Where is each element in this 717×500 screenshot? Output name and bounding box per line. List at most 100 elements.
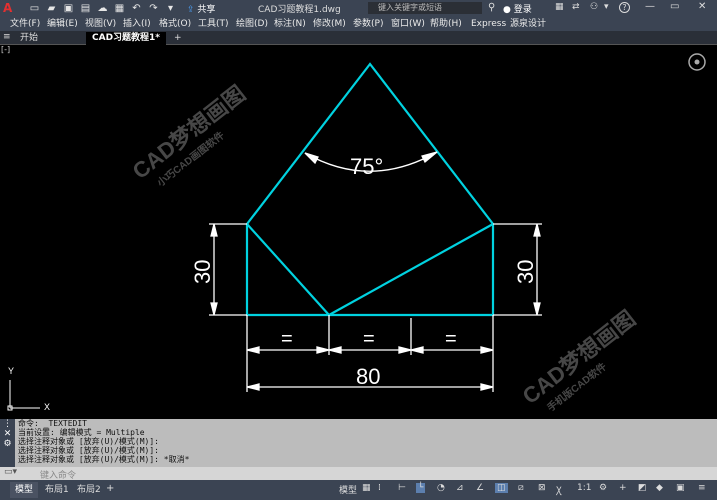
clean-screen-icon[interactable]: ▣: [676, 483, 685, 493]
transparency-icon[interactable]: ⊠: [538, 483, 546, 493]
close-window-icon[interactable]: ✕: [698, 1, 706, 12]
angle-label: 75°: [350, 154, 383, 179]
tab-drawing-label: CAD习题教程1*: [92, 33, 161, 43]
polar-icon[interactable]: ◔: [437, 483, 445, 493]
menu-express[interactable]: Express: [471, 18, 506, 30]
menu-draw[interactable]: 绘图(D): [236, 18, 268, 30]
ucs-icon: [7, 380, 40, 411]
menu-yuanquan[interactable]: 源泉设计: [510, 18, 546, 30]
login-button[interactable]: ● 登录: [503, 2, 532, 15]
command-line: 命令: _TEXTEDIT: [18, 419, 87, 428]
grid-icon[interactable]: ▦: [362, 483, 371, 493]
command-settings-icon[interactable]: ⚙: [0, 439, 15, 449]
layout-tab-layout2[interactable]: 布局2: [72, 482, 106, 498]
add-tab-button[interactable]: +: [168, 32, 188, 45]
menu-tools[interactable]: 工具(T): [198, 18, 229, 30]
save-icon[interactable]: ▣: [62, 2, 75, 14]
equal-label-2: =: [363, 328, 375, 350]
dropdown-icon[interactable]: ▾: [604, 2, 609, 12]
print-icon[interactable]: ▦: [113, 2, 126, 14]
search-placeholder: 键入关键字或短语: [378, 3, 442, 12]
diagonal-right: [328, 223, 494, 316]
document-title: CAD习题教程1.dwg: [258, 5, 341, 15]
command-input[interactable]: ▭▾ 键入命令: [0, 467, 717, 481]
help-icon[interactable]: ?: [619, 2, 630, 13]
login-label: 登录: [513, 5, 532, 15]
customize-dropdown-icon[interactable]: ▾: [164, 2, 177, 14]
equal-label-3: =: [445, 328, 457, 350]
model-space-button[interactable]: 模型: [339, 483, 357, 496]
search-input[interactable]: 键入关键字或短语: [368, 2, 482, 14]
isodraft-icon[interactable]: ⊿: [456, 483, 464, 493]
workspace-gear-icon[interactable]: ⚙: [599, 483, 607, 493]
command-close-icon[interactable]: ✕: [0, 429, 15, 439]
menu-view[interactable]: 视图(V): [85, 18, 116, 30]
equal-label-1: =: [281, 328, 293, 350]
infer-constraints-icon[interactable]: ⊢: [398, 483, 406, 493]
lineweight-icon[interactable]: ⧄: [518, 483, 524, 493]
menu-file[interactable]: 文件(F): [10, 18, 40, 30]
layout-tab-layout1[interactable]: 布局1: [40, 482, 74, 498]
compass-icon[interactable]: [688, 53, 706, 71]
command-line: 当前设置: 编辑模式 = Multiple: [18, 428, 145, 437]
command-grip-icon[interactable]: ⋮: [0, 419, 15, 429]
drawing-geometry: [245, 62, 495, 317]
app-logo-icon[interactable]: A: [3, 1, 17, 15]
cloud-save-icon[interactable]: ☁: [96, 2, 109, 14]
left-height-label: 30: [190, 260, 215, 284]
osnap-tracking-icon[interactable]: ∠: [476, 483, 484, 493]
command-history: ⋮ ✕ ⚙ 命令: _TEXTEDIT 当前设置: 编辑模式 = Multipl…: [0, 419, 717, 467]
tab-menu-icon[interactable]: ≡: [3, 32, 11, 42]
undo-icon[interactable]: ↶: [130, 2, 143, 14]
add-layout-icon[interactable]: +: [106, 483, 114, 494]
network-icon[interactable]: ⚇: [590, 2, 598, 12]
ucs-y-label: Y: [8, 366, 14, 376]
menu-window[interactable]: 窗口(W): [391, 18, 425, 30]
hardware-acceleration-icon[interactable]: ◆: [656, 483, 663, 493]
save-as-icon[interactable]: ▤: [79, 2, 92, 14]
status-bar: 模型 布局1 布局2 + 模型 ▦ ⁞ ⊢ └ ◔ ⊿ ∠ ◫ ⧄ ⊠ Ꭓ 1:…: [0, 480, 717, 500]
snap-icon[interactable]: ⁞: [378, 483, 381, 493]
plus-icon[interactable]: +: [619, 483, 627, 493]
new-file-icon[interactable]: ▭: [28, 2, 41, 14]
outer-outline: [245, 62, 495, 317]
annotation-visibility-icon[interactable]: Ꭓ: [556, 483, 562, 496]
menu-modify[interactable]: 修改(M): [313, 18, 346, 30]
total-width-label: 80: [356, 364, 380, 389]
command-prompt-icon: ▭▾: [4, 467, 18, 477]
search-icon[interactable]: ⚲: [488, 2, 495, 13]
share-button[interactable]: ⇪ 共享: [187, 2, 215, 15]
exchange-icon[interactable]: ⇄: [572, 2, 580, 12]
annotation-scale[interactable]: 1:1: [577, 483, 591, 493]
minimize-window-icon[interactable]: —: [645, 1, 655, 12]
osnap-icon[interactable]: ◫: [495, 483, 508, 493]
quick-access-toolbar: ▭ ▰ ▣ ▤ ☁ ▦ ↶ ↷ ▾: [28, 1, 177, 15]
open-folder-icon[interactable]: ▰: [45, 2, 58, 14]
ortho-icon[interactable]: └: [416, 483, 426, 493]
cart-icon[interactable]: ▦: [555, 2, 564, 12]
tab-start[interactable]: 开始: [14, 32, 44, 45]
menu-bar: 文件(F) 编辑(E) 视图(V) 插入(I) 格式(O) 工具(T) 绘图(D…: [0, 17, 717, 31]
command-lines: 命令: _TEXTEDIT 当前设置: 编辑模式 = Multiple 选择注释…: [18, 419, 189, 464]
isolate-objects-icon[interactable]: ◩: [638, 483, 647, 493]
menu-format[interactable]: 格式(O): [159, 18, 191, 30]
share-label: 共享: [197, 5, 216, 15]
menu-parameter[interactable]: 参数(P): [353, 18, 383, 30]
menu-edit[interactable]: 编辑(E): [47, 18, 78, 30]
customize-icon[interactable]: ≡: [698, 483, 706, 493]
redo-icon[interactable]: ↷: [147, 2, 160, 14]
menu-help[interactable]: 帮助(H): [430, 18, 462, 30]
layout-tab-model[interactable]: 模型: [10, 482, 39, 498]
diagonal-left: [246, 223, 330, 316]
drawing-canvas[interactable]: [-] CAD梦想画图 小巧CAD画图软件 CAD梦想画图 手机版CAD软件 7…: [0, 45, 717, 419]
menu-dimension[interactable]: 标注(N): [274, 18, 306, 30]
command-side-panel: ⋮ ✕ ⚙: [0, 419, 15, 467]
menu-insert[interactable]: 插入(I): [123, 18, 151, 30]
tab-drawing[interactable]: CAD习题教程1* ×: [86, 32, 166, 56]
right-height-label: 30: [513, 260, 538, 284]
command-line: 选择注释对象或 [放弃(U)/模式(M)]: *取消*: [18, 455, 190, 464]
command-line: 选择注释对象或 [放弃(U)/模式(M)]:: [18, 446, 159, 455]
maximize-window-icon[interactable]: ▭: [670, 1, 679, 12]
ucs-x-label: X: [44, 402, 50, 412]
user-icon: ●: [503, 5, 511, 15]
